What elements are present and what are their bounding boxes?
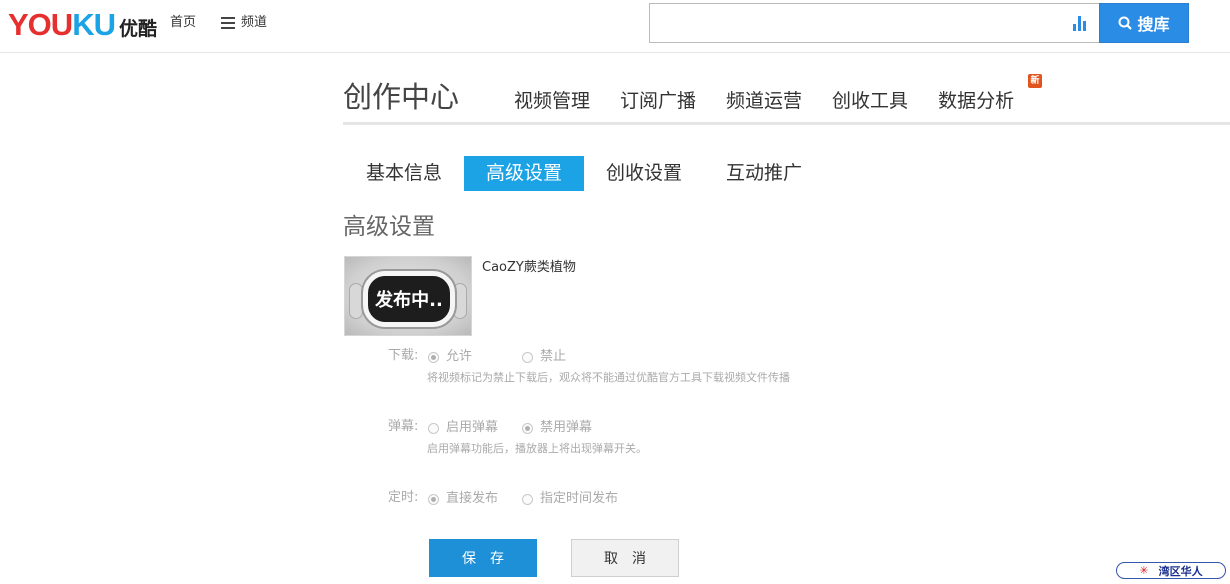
danmaku-disable-radio[interactable]	[522, 422, 533, 434]
search-input[interactable]	[650, 4, 1050, 42]
nav-revenue-tools[interactable]: 创收工具	[832, 89, 908, 113]
thumbnail-decoration-left	[349, 283, 363, 319]
page-title: 创作中心	[343, 80, 460, 114]
schedule-immediate-label: 直接发布	[446, 491, 499, 506]
thumbnail-screen: 发布中..	[363, 271, 455, 327]
search-icon	[1118, 16, 1133, 30]
section-title: 高级设置	[343, 214, 435, 240]
danmaku-disable-option[interactable]: 禁用弹幕	[522, 419, 592, 437]
logo-wordmark: YOUKU	[8, 7, 116, 42]
nav-channel-label: 频道	[241, 15, 268, 30]
new-badge: 新	[1028, 74, 1042, 88]
nav-channel-link[interactable]: 频道	[221, 14, 267, 32]
watermark-badge: ✳ 湾区华人	[1116, 562, 1226, 579]
download-allow-label: 允许	[446, 349, 473, 364]
download-hint: 将视频标记为禁止下载后，观众将不能通过优酷官方工具下载视频文件传播	[427, 371, 790, 384]
download-allow-radio[interactable]	[428, 351, 439, 363]
schedule-timed-label: 指定时间发布	[540, 491, 619, 506]
download-label: 下载:	[388, 348, 419, 363]
danmaku-enable-radio[interactable]	[428, 422, 439, 434]
download-allow-option[interactable]: 允许	[428, 348, 472, 366]
star-icon: ✳	[1139, 564, 1149, 577]
danmaku-enable-option[interactable]: 启用弹幕	[428, 419, 498, 437]
main-nav: 视频管理 订阅广播 频道运营 创收工具 数据分析	[514, 89, 1044, 113]
search-box	[649, 3, 1100, 43]
download-forbid-option[interactable]: 禁止	[522, 348, 566, 366]
bar-chart-icon[interactable]	[1072, 15, 1088, 31]
watermark-text: 湾区华人	[1158, 564, 1203, 578]
nav-home-link[interactable]: 首页	[170, 14, 196, 32]
schedule-immediate-radio[interactable]	[428, 493, 439, 505]
schedule-label: 定时:	[388, 490, 419, 505]
tab-basic-info[interactable]: 基本信息	[344, 156, 464, 191]
thumbnail-decoration-right	[453, 283, 467, 319]
cancel-button[interactable]: 取消	[571, 539, 679, 577]
settings-tabs: 基本信息 高级设置 创收设置 互动推广	[344, 156, 824, 191]
tab-revenue-settings[interactable]: 创收设置	[584, 156, 704, 191]
youku-logo[interactable]: YOUKU 优酷	[8, 6, 157, 44]
nav-channel-operations[interactable]: 频道运营	[726, 89, 802, 113]
search-button-label: 搜库	[1137, 15, 1170, 34]
nav-subscription-broadcast[interactable]: 订阅广播	[620, 89, 696, 113]
tab-advanced-settings[interactable]: 高级设置	[464, 156, 584, 191]
schedule-timed-option[interactable]: 指定时间发布	[522, 490, 618, 508]
download-forbid-label: 禁止	[540, 349, 567, 364]
danmaku-label: 弹幕:	[388, 419, 419, 434]
danmaku-hint: 启用弹幕功能后，播放器上将出现弹幕开关。	[427, 442, 647, 455]
schedule-immediate-option[interactable]: 直接发布	[428, 490, 498, 508]
schedule-timed-radio[interactable]	[522, 493, 533, 505]
save-button[interactable]: 保存	[429, 539, 537, 577]
download-forbid-radio[interactable]	[522, 351, 533, 363]
nav-data-analysis[interactable]: 数据分析	[938, 89, 1014, 113]
danmaku-disable-label: 禁用弹幕	[540, 420, 593, 435]
video-title: CaoZY蕨类植物	[482, 260, 576, 275]
header-divider	[343, 122, 1230, 125]
danmaku-enable-label: 启用弹幕	[446, 420, 499, 435]
menu-icon	[221, 17, 235, 29]
video-thumbnail[interactable]: 发布中..	[344, 256, 472, 336]
nav-video-management[interactable]: 视频管理	[514, 89, 590, 113]
tab-interaction-promotion[interactable]: 互动推广	[704, 156, 824, 191]
logo-chinese: 优酷	[118, 18, 157, 40]
search-button[interactable]: 搜库	[1099, 3, 1189, 43]
thumbnail-status-text: 发布中..	[375, 290, 443, 311]
top-bar: YOUKU 优酷 首页 频道 搜库	[0, 0, 1230, 53]
